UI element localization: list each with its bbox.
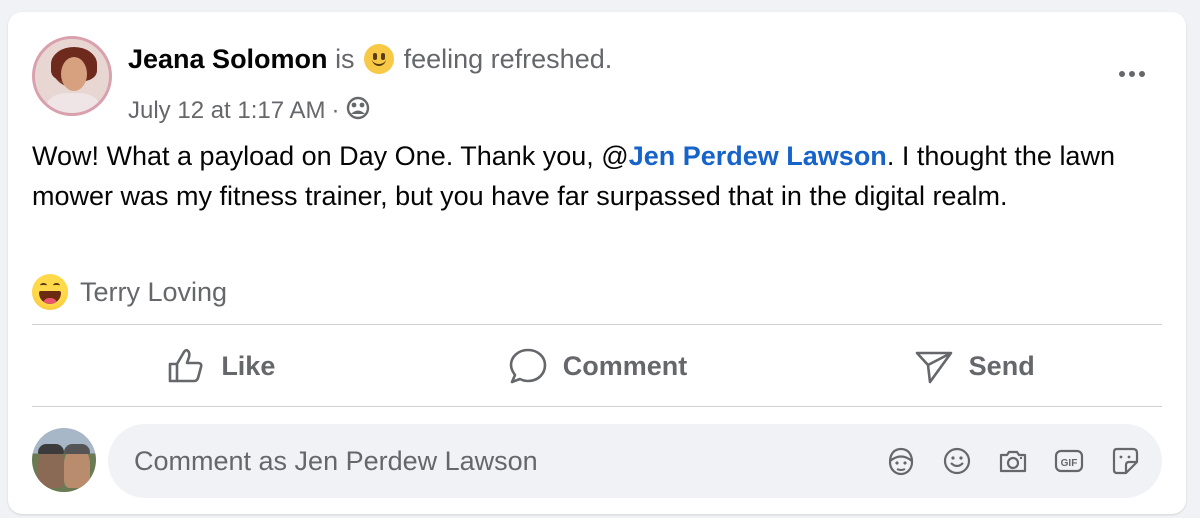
author-avatar[interactable]	[32, 36, 112, 116]
divider-bottom	[32, 406, 1162, 407]
reactions-summary[interactable]: Terry Loving	[32, 274, 227, 310]
send-label: Send	[968, 350, 1035, 381]
divider-top	[32, 324, 1162, 325]
post-timestamp[interactable]: July 12 at 1:17 AM	[128, 96, 325, 126]
comment-label: Comment	[562, 350, 688, 381]
is-label: is	[335, 44, 355, 74]
svg-text:GIF: GIF	[1061, 458, 1078, 469]
avatar-face	[61, 57, 87, 91]
camera-icon[interactable]	[996, 444, 1030, 478]
smile-emoji-icon	[364, 44, 395, 74]
current-user-avatar[interactable]	[32, 428, 96, 492]
post-text-start: Wow! What a payload on Day One. Thank yo…	[32, 141, 629, 171]
send-button[interactable]: Send	[785, 332, 1162, 400]
meta-separator: ·	[331, 97, 340, 124]
post-card: Jeana Solomon is feeling refreshed. July…	[8, 12, 1186, 514]
post-meta: July 12 at 1:17 AM ·	[128, 94, 371, 128]
avatar-shirt	[47, 93, 99, 113]
like-icon	[169, 348, 203, 383]
comment-icon	[509, 348, 547, 384]
reaction-names[interactable]: Terry Loving	[80, 277, 227, 308]
post-header: Jeana Solomon is feeling refreshed.	[128, 42, 612, 76]
post-body: Wow! What a payload on Day One. Thank yo…	[32, 136, 1152, 216]
sticker-icon[interactable]	[1108, 444, 1142, 478]
emoji-icon[interactable]	[940, 444, 974, 478]
gif-icon[interactable]: GIF	[1052, 444, 1086, 478]
like-button[interactable]: Like	[32, 332, 409, 400]
friends-icon[interactable]	[345, 94, 371, 128]
avatar-sticker-icon[interactable]	[884, 444, 918, 478]
comment-tools: GIF	[884, 444, 1142, 478]
more-options-icon[interactable]	[1112, 62, 1152, 86]
author-name[interactable]: Jeana Solomon	[128, 44, 328, 74]
comment-box: GIF	[108, 424, 1162, 498]
feeling-label: feeling refreshed.	[403, 44, 613, 74]
comment-input[interactable]	[134, 445, 884, 477]
action-bar: Like Comment Send	[32, 332, 1162, 400]
haha-icon	[32, 274, 68, 310]
like-label: Like	[221, 350, 276, 381]
mention-link[interactable]: Jen Perdew Lawson	[629, 141, 887, 171]
comment-button[interactable]: Comment	[409, 332, 786, 400]
send-icon	[915, 351, 952, 384]
